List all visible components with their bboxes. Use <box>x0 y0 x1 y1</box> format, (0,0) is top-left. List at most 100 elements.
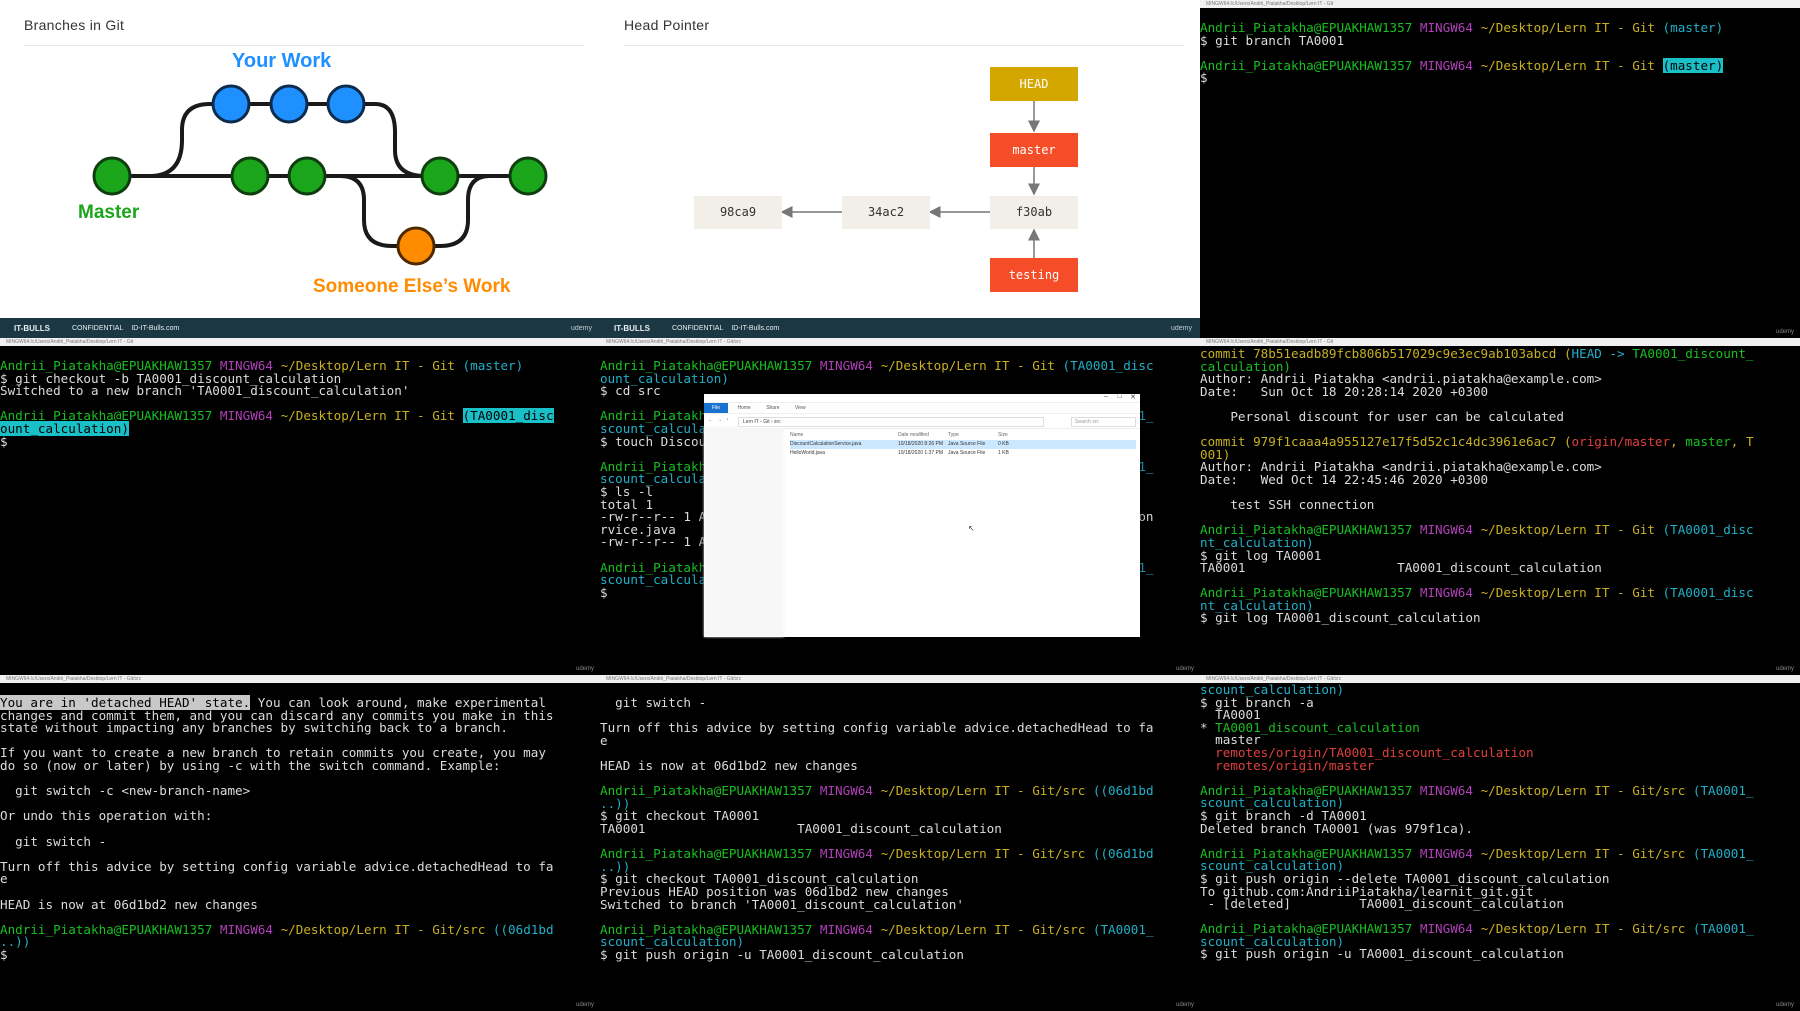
udemy-watermark: udemy <box>1775 329 1794 335</box>
close-icon[interactable]: ✕ <box>1130 393 1136 401</box>
terminal-line: Andrii_Piatakha@EPUAKHAW1357 MINGW64 ~/D… <box>600 784 1200 798</box>
terminal-text: ~/Desktop/Lern IT - Git/src <box>872 921 1086 937</box>
terminal-text: - [deleted] TA0001_discount_calculation <box>1200 896 1564 912</box>
terminal-window-2[interactable]: MINGW64:/c/Users/Andrii_Piatakha/Desktop… <box>0 338 600 675</box>
terminal-text: Deleted branch TA0001 (was 979f1ca). <box>1200 820 1473 836</box>
file-list-header[interactable]: Name Date modified Type Size <box>790 430 1136 440</box>
terminal-text: (TA0001_ <box>1685 921 1754 937</box>
terminal-output[interactable]: Andrii_Piatakha@EPUAKHAW1357 MINGW64 ~/D… <box>0 359 600 562</box>
terminal-output[interactable]: commit 78b51eadb89fcb806b517029c9e3ec9ab… <box>1200 347 1800 625</box>
col-date[interactable]: Date modified <box>898 430 948 440</box>
explorer-titlebar[interactable]: ✕ □ – <box>704 393 1140 403</box>
terminal-line: Andrii_Piatakha@EPUAKHAW1357 MINGW64 ~/D… <box>0 923 600 937</box>
view-tab[interactable]: View <box>795 405 806 411</box>
back-icon[interactable]: ← <box>708 417 713 423</box>
file-size: 0 KB <box>998 441 1009 447</box>
col-type[interactable]: Type <box>948 430 998 440</box>
file-name[interactable]: HelloWorld.java <box>790 449 898 458</box>
file-tab[interactable]: File <box>704 403 729 413</box>
terminal-text: ount_calculation) <box>0 420 129 436</box>
commit-node <box>269 84 309 124</box>
terminal-text: ~/Desktop/Lern IT - Git <box>1472 522 1655 538</box>
footer-confidential: CONFIDENTIAL <box>672 324 724 332</box>
slide-head-pointer: Head Pointer HEAD master 98ca9 34ac2 f30… <box>600 0 1200 338</box>
terminal-window-3[interactable]: MINGW64:/c/Users/Andrii_Piatakha/Desktop… <box>600 338 1200 675</box>
terminal-window-5[interactable]: MINGW64:/c/Users/Andrii_Piatakha/Desktop… <box>0 675 600 1011</box>
terminal-text: Turn off this advice by setting config v… <box>0 858 554 874</box>
testing-branch-box: testing <box>990 258 1078 292</box>
terminal-output[interactable]: git switch - Turn off this advice by sett… <box>600 696 1200 962</box>
terminal-text: (TA0001_ <box>1085 921 1154 937</box>
terminal-text: ( <box>1556 434 1572 450</box>
terminal-line: git switch -c <new-branch-name> <box>0 784 600 798</box>
search-box[interactable]: Search src <box>1071 417 1136 427</box>
terminal-window-6[interactable]: MINGW64:/c/Users/Andrii_Piatakha/Desktop… <box>600 675 1200 1011</box>
nav-pane[interactable] <box>704 427 784 637</box>
terminal-line: $ git branch TA0001 <box>1200 32 1800 48</box>
terminal-line: $ git branch -a <box>1200 696 1800 710</box>
terminal-line: $ <box>0 946 600 962</box>
terminal-text: $ git branch TA0001 <box>1200 32 1345 48</box>
udemy-watermark: udemy <box>1170 324 1192 332</box>
home-tab[interactable]: Home <box>737 405 750 411</box>
minimize-icon[interactable]: – <box>1104 393 1108 400</box>
terminal-titlebar[interactable]: MINGW64:/c/Users/Andrii_Piatakha/Desktop… <box>600 338 1200 346</box>
file-name[interactable]: DiscountCalculationService.java <box>790 440 898 449</box>
terminal-line: $ git push origin -u TA0001_discount_cal… <box>600 946 1200 962</box>
terminal-titlebar[interactable]: MINGW64:/c/Users/Andrii_Piatakha/Desktop… <box>1200 338 1800 346</box>
terminal-text: $ git push origin -u TA0001_discount_cal… <box>600 946 972 962</box>
commit-node <box>508 156 548 196</box>
terminal-line: Or undo this operation with: <box>0 810 600 823</box>
terminal-text: (TA0001_disc <box>1654 585 1754 601</box>
terminal-text: ~/Desktop/Lern IT - Git/src <box>1472 921 1686 937</box>
master-label: Master <box>78 202 140 223</box>
terminal-text: git switch - <box>0 833 107 849</box>
terminal-titlebar[interactable]: MINGW64:/c/Users/Andrii_Piatakha/Desktop… <box>0 338 600 346</box>
explorer-ribbon[interactable]: File Home Share View <box>704 403 1140 414</box>
terminal-window-7[interactable]: MINGW64:/c/Users/Andrii_Piatakha/Desktop… <box>1200 675 1800 1011</box>
commit-node <box>396 226 436 266</box>
terminal-text: $ <box>1200 70 1216 86</box>
terminal-output[interactable]: You are in 'detached HEAD' state. You ca… <box>0 695 600 962</box>
file-row[interactable]: DiscountCalculationService.java 10/18/20… <box>790 440 1136 449</box>
file-type: Java Source File <box>948 450 986 456</box>
terminal-line: git switch - <box>600 696 1200 710</box>
col-size[interactable]: Size <box>998 430 1028 440</box>
up-icon[interactable]: ↑ <box>726 417 729 423</box>
address-bar[interactable]: Lern IT - Git › src <box>738 417 1044 427</box>
terminal-text: HEAD is now at 06d1bd2 new changes <box>0 896 258 912</box>
terminal-output[interactable]: scount_calculation) $ git branch -a TA000… <box>1200 683 1800 961</box>
terminal-text: e <box>600 732 608 748</box>
col-name[interactable]: Name <box>790 430 898 440</box>
terminal-window-1[interactable]: MINGW64:/c/Users/Andrii_Piatakha/Desktop… <box>1200 0 1800 338</box>
terminal-line: commit 979f1caaa4a955127e17f5d52c1c4dc39… <box>1200 434 1800 450</box>
share-tab[interactable]: Share <box>766 405 779 411</box>
commit-node <box>211 84 251 124</box>
file-explorer-window[interactable]: ✕ □ – File Home Share View ← → ↑ Lern IT… <box>704 393 1140 637</box>
terminal-text: e <box>0 871 8 887</box>
terminal-titlebar[interactable]: MINGW64:/c/Users/Andrii_Piatakha/Desktop… <box>0 675 600 683</box>
terminal-output[interactable]: Andrii_Piatakha@EPUAKHAW1357 MINGW64 ~/D… <box>1200 21 1800 86</box>
commit-node <box>230 156 270 196</box>
terminal-window-4[interactable]: MINGW64:/c/Users/Andrii_Piatakha/Desktop… <box>1200 338 1800 675</box>
file-list[interactable]: Name Date modified Type Size DiscountCal… <box>790 430 1136 458</box>
maximize-icon[interactable]: □ <box>1118 393 1122 400</box>
udemy-watermark: udemy <box>1175 1002 1194 1008</box>
terminal-titlebar[interactable]: MINGW64:/c/Users/Andrii_Piatakha/Desktop… <box>1200 0 1800 8</box>
file-row[interactable]: HelloWorld.java 10/18/2020 1:37 PM Java … <box>790 449 1136 458</box>
terminal-line: Andrii_Piatakha@EPUAKHAW1357 MINGW64 ~/D… <box>1200 57 1800 73</box>
terminal-text: MINGW64 <box>812 921 873 937</box>
commit-node <box>287 156 327 196</box>
terminal-text: Turn off this advice by setting config v… <box>600 720 1154 736</box>
terminal-text: Andrii_Piatakha@EPUAKHAW1357 <box>1200 57 1413 73</box>
terminal-titlebar[interactable]: MINGW64:/c/Users/Andrii_Piatakha/Desktop… <box>600 675 1200 683</box>
terminal-text: $ <box>0 946 16 962</box>
terminal-text: Date: Sun Oct 18 20:28:14 2020 +0300 <box>1200 383 1489 399</box>
terminal-line: Deleted branch TA0001 (was 979f1ca). <box>1200 820 1800 836</box>
file-date: 10/18/2020 1:37 PM <box>898 450 944 456</box>
forward-icon[interactable]: → <box>717 417 722 423</box>
